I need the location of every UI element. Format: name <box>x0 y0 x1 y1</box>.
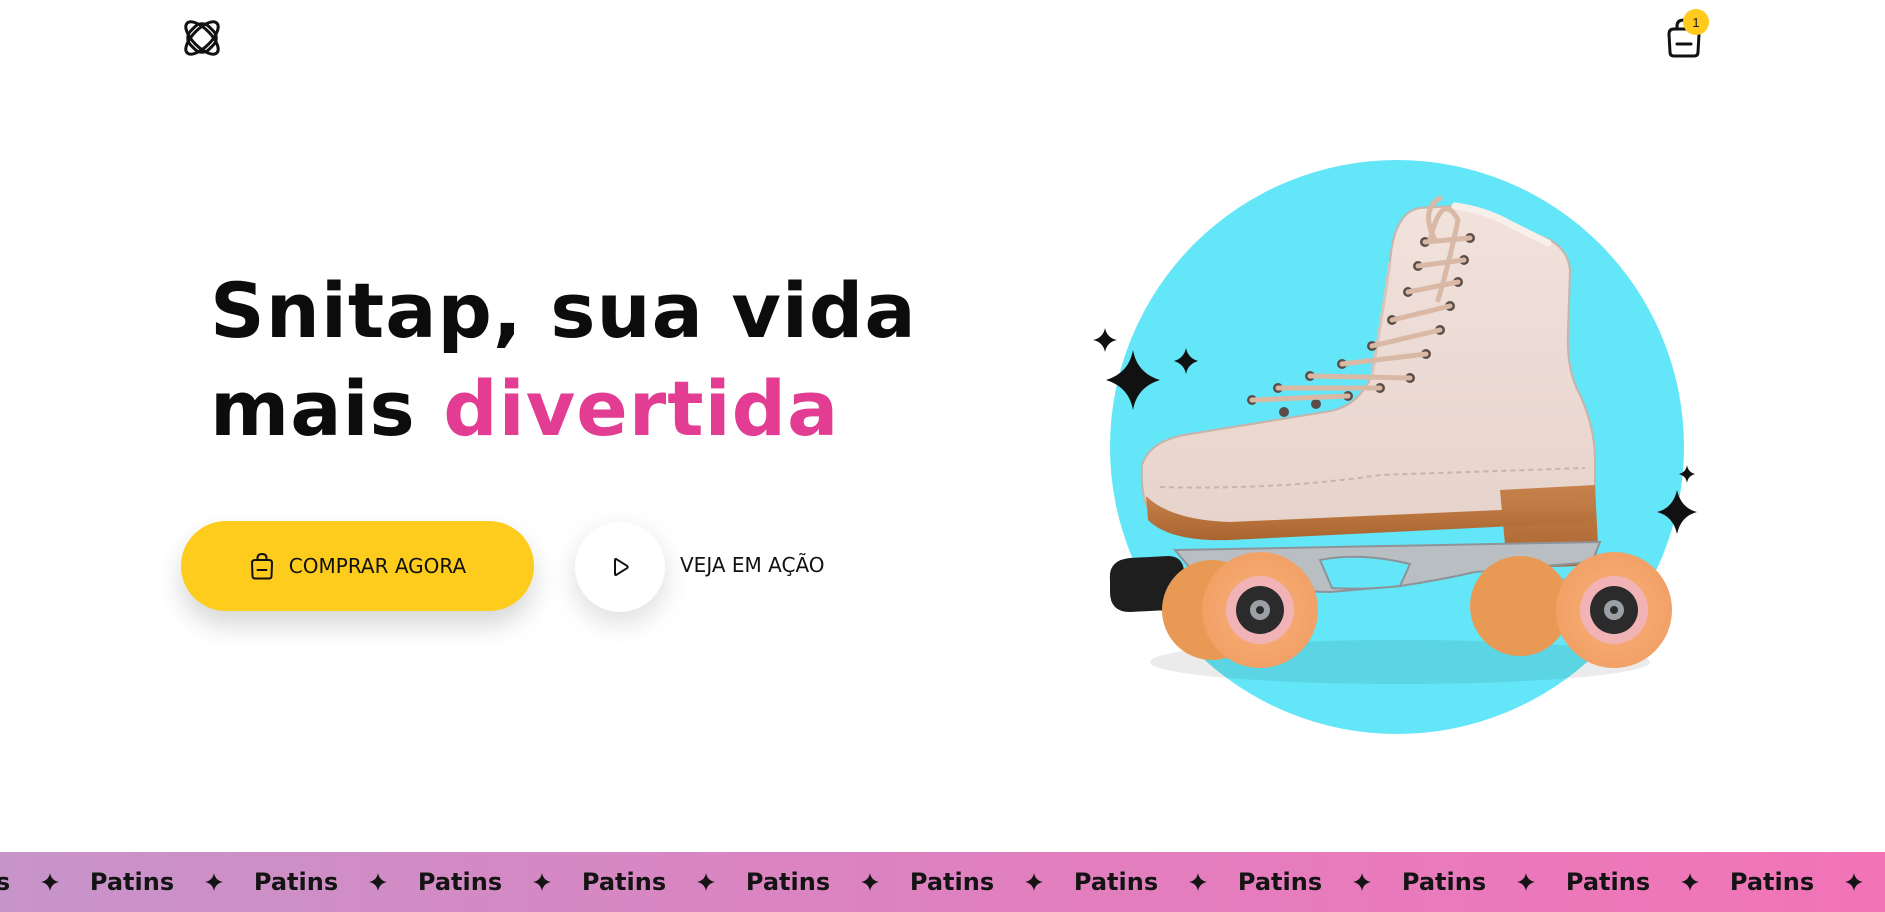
marquee-item: Patins <box>1228 852 1392 912</box>
hero-roller-skate-image <box>1093 160 1697 734</box>
four-point-star-icon <box>676 873 736 891</box>
marquee-item: Patins <box>900 852 1064 912</box>
headline-line-2-text: mais <box>210 364 444 453</box>
marquee-item: Patins <box>244 852 408 912</box>
play-video-button[interactable] <box>575 522 665 612</box>
headline-line-1: Snitap, sua vida <box>210 266 917 355</box>
marquee-word: Patins <box>581 868 667 896</box>
four-point-star-icon <box>1332 873 1392 891</box>
headline-highlight: divertida <box>443 364 840 453</box>
marquee-word: Patins <box>253 868 339 896</box>
marquee-word: Patins <box>745 868 831 896</box>
four-point-star-icon <box>1824 873 1884 891</box>
four-point-star-icon <box>348 873 408 891</box>
four-point-star-icon <box>1168 873 1228 891</box>
marquee-word: Patins <box>1237 868 1323 896</box>
buy-now-label: COMPRAR AGORA <box>288 554 467 578</box>
patins-marquee: Patins Patins Patins Patins Patins Patins Pati… <box>0 852 1885 912</box>
shopping-bag-icon <box>250 552 273 580</box>
marquee-word: Patins <box>1401 868 1487 896</box>
four-point-star-icon <box>512 873 572 891</box>
marquee-word: Patins <box>417 868 503 896</box>
marquee-word: Patins <box>909 868 995 896</box>
four-point-star-icon <box>1660 873 1720 891</box>
marquee-word: Patins <box>1729 868 1815 896</box>
marquee-track: Patins Patins Patins Patins Patins Patins Pati… <box>0 852 1885 912</box>
hero-headline: Snitap, sua vida mais divertida <box>210 262 917 458</box>
marquee-item: Patins <box>408 852 572 912</box>
marquee-item: Patins <box>0 852 80 912</box>
play-icon <box>614 557 629 577</box>
four-point-star-icon <box>840 873 900 891</box>
marquee-word: Patins <box>0 868 11 896</box>
marquee-word: Patins <box>1565 868 1651 896</box>
four-point-star-icon <box>184 873 244 891</box>
four-point-star-icon <box>20 873 80 891</box>
logo-icon[interactable] <box>178 14 226 62</box>
marquee-word: Patins <box>89 868 175 896</box>
cart-count-badge: 1 <box>1683 9 1709 35</box>
buy-now-button[interactable]: COMPRAR AGORA <box>181 521 534 611</box>
marquee-item: Patins <box>1064 852 1228 912</box>
marquee-item: Patins <box>572 852 736 912</box>
marquee-item: Patins <box>736 852 900 912</box>
marquee-item: Patins <box>80 852 244 912</box>
marquee-item: Patins <box>1720 852 1884 912</box>
headline-line-2: mais divertida <box>210 360 917 458</box>
marquee-item: Patins <box>1556 852 1720 912</box>
watch-in-action-link[interactable]: VEJA EM AÇÃO <box>680 553 825 577</box>
four-point-star-icon <box>1004 873 1064 891</box>
marquee-item: Patins <box>1392 852 1556 912</box>
four-point-star-icon <box>1496 873 1556 891</box>
marquee-word: Patins <box>1073 868 1159 896</box>
